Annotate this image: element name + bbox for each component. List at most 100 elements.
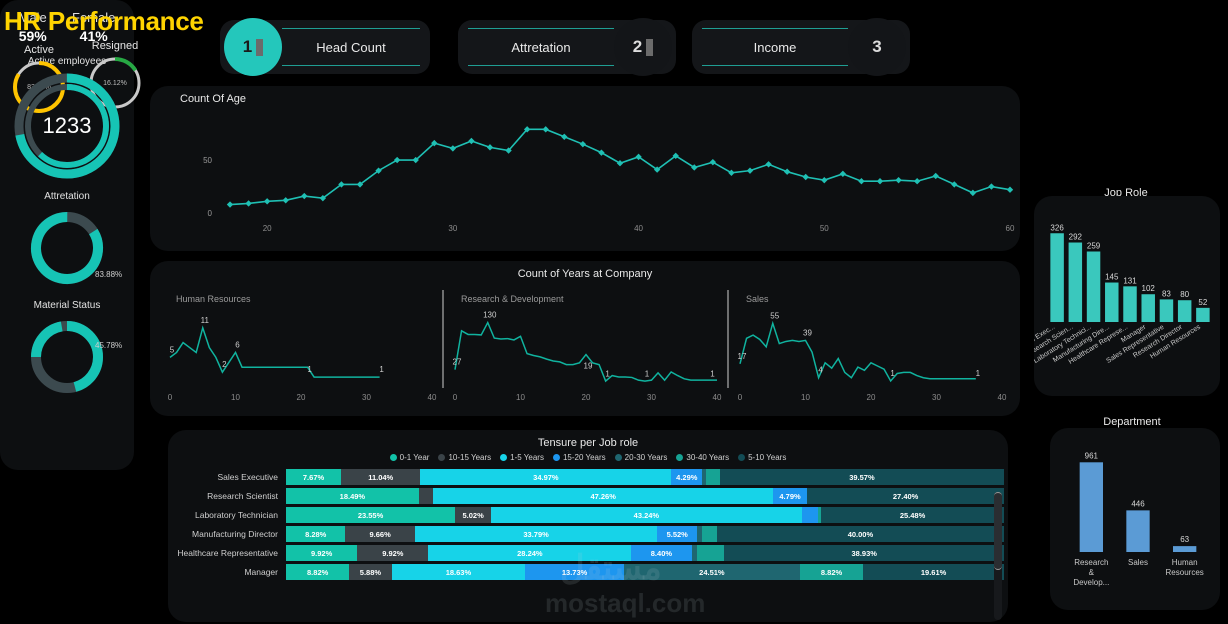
tenure-segment[interactable] — [697, 545, 725, 561]
tab-head-count[interactable]: 1 Head Count — [220, 18, 430, 76]
tenure-segment[interactable]: 13.73% — [525, 564, 624, 580]
svg-text:102: 102 — [1142, 284, 1156, 293]
tenure-segment[interactable]: 9.92% — [357, 545, 429, 561]
tenure-segment[interactable]: 4.79% — [772, 488, 808, 504]
page-title: HR Performance — [4, 6, 204, 36]
tenure-segment[interactable]: 7.67% — [286, 469, 342, 485]
tenure-segment[interactable]: 18.63% — [391, 564, 526, 580]
tenure-segment[interactable]: 5.02% — [455, 507, 492, 523]
tab-income-digit: 3 — [872, 37, 882, 56]
left-summary-panel: Male 59% Female 41% Active employees 123… — [0, 0, 134, 470]
tab-attretation-number: 2 — [614, 18, 672, 76]
tenure-segment[interactable]: 24.51% — [623, 564, 800, 580]
tenure-segment[interactable]: 27.40% — [807, 488, 1004, 504]
tenure-legend: 0-1 Year 10-15 Years 1-5 Years 15-20 Years 2… — [168, 453, 1008, 462]
svg-text:1: 1 — [645, 370, 650, 379]
tenure-segment[interactable]: 9.92% — [286, 545, 358, 561]
count-of-age-card: Count Of Age 0 50 20 30 40 50 60 — [150, 86, 1020, 251]
tab-attretation[interactable]: Attretation 2 — [458, 18, 676, 76]
legend-item[interactable]: 15-20 Years — [552, 453, 606, 462]
legend-label: 15-20 Years — [562, 453, 606, 462]
tenure-segment[interactable]: 8.40% — [631, 545, 692, 561]
tab-income[interactable]: Income 3 — [692, 18, 910, 76]
tenure-segment[interactable]: 8.28% — [286, 526, 346, 542]
active-employees-donut: 1233 — [12, 71, 122, 181]
department-title-text: Department — [1103, 416, 1161, 428]
tab-income-number: 3 — [848, 18, 906, 76]
tenure-row[interactable]: Sales Executive 7.67% 11.04% 34.97% 4.29% 39.… — [168, 468, 1004, 486]
tenure-segment[interactable]: 11.04% — [341, 469, 421, 485]
legend-item[interactable]: 10-15 Years — [438, 453, 491, 462]
tenure-card: Tensure per Job role 0-1 Year 10-15 Years… — [168, 430, 1008, 622]
tenure-row-label: Laboratory Technician — [194, 510, 278, 520]
tenure-segment[interactable]: 9.66% — [345, 526, 415, 542]
legend-item[interactable]: 0-1 Year — [389, 453, 429, 462]
tenure-segment[interactable]: 33.79% — [414, 526, 658, 542]
tenure-segment[interactable]: 4.29% — [671, 469, 703, 485]
svg-text:63: 63 — [1180, 535, 1189, 544]
tenure-segment[interactable]: 38.93% — [724, 545, 1004, 561]
tenure-segment[interactable] — [706, 469, 720, 485]
svg-text:130: 130 — [483, 311, 497, 320]
tenure-segment[interactable]: 8.82% — [286, 564, 350, 580]
legend-item[interactable]: 30-40 Years — [676, 453, 729, 462]
svg-text:17: 17 — [738, 352, 747, 361]
svg-text:1: 1 — [379, 365, 384, 374]
tenure-segment[interactable] — [418, 488, 434, 504]
material-pct-45: 45.78% — [95, 341, 123, 350]
years-at-company-title: Count of Years at Company — [517, 268, 653, 280]
legend-item[interactable]: 5-10 Years — [738, 453, 786, 462]
tab-attretation-label: Attretation — [468, 28, 614, 66]
svg-text:Human: Human — [1172, 558, 1198, 567]
tenure-segment[interactable]: 43.24% — [491, 507, 802, 523]
tab-head-count-digit: 1 — [242, 37, 253, 56]
svg-text:30: 30 — [362, 393, 371, 402]
legend-item[interactable]: 20-30 Years — [614, 453, 667, 462]
count-of-age-title: Count Of Age — [180, 93, 247, 105]
tenure-segment[interactable] — [801, 507, 819, 523]
tenure-row[interactable]: Manufacturing Director 8.28% 9.66% 33.79% 5.… — [168, 525, 1004, 543]
tenure-scrollbar[interactable] — [994, 492, 1002, 620]
tenure-row[interactable]: Research Scientist 18.49% 47.26% 4.79% 27.40… — [168, 487, 1004, 505]
tenure-row-label: Research Scientist — [207, 491, 278, 501]
svg-text:Sales: Sales — [1128, 558, 1148, 567]
tenure-segment[interactable]: 47.26% — [433, 488, 773, 504]
tenure-scrollbar-thumb[interactable] — [994, 492, 1002, 570]
legend-item[interactable]: 1-5 Years — [500, 453, 544, 462]
legend-dot-icon — [389, 454, 397, 461]
tenure-segment[interactable]: 18.49% — [286, 488, 419, 504]
legend-dot-icon — [738, 454, 746, 461]
svg-text:6: 6 — [235, 340, 240, 349]
tenure-segment[interactable]: 28.24% — [428, 545, 632, 561]
legend-dot-icon — [676, 454, 684, 461]
tenure-segment[interactable]: 23.55% — [286, 507, 456, 523]
dashboard-root: HR Performance Active 83.88% Resigned 16… — [0, 0, 1228, 624]
tenure-segment[interactable]: 19.61% — [863, 564, 1004, 580]
tenure-segment[interactable]: 5.52% — [657, 526, 698, 542]
tenure-segment[interactable]: 39.57% — [719, 469, 1004, 485]
tenure-segment[interactable]: 25.48% — [821, 507, 1005, 523]
svg-text:1: 1 — [890, 369, 895, 378]
tenure-stacked-bar: 7.67% 11.04% 34.97% 4.29% 39.57% — [286, 469, 1004, 485]
svg-text:83: 83 — [1162, 289, 1171, 298]
svg-text:961: 961 — [1085, 451, 1099, 460]
svg-text:4: 4 — [818, 366, 823, 375]
tenure-segment[interactable] — [701, 526, 717, 542]
tenure-row[interactable]: Manager 8.82% 5.88% 18.63% 13.73% 24.51% 8.82%… — [168, 563, 1004, 581]
legend-label: 1-5 Years — [510, 453, 544, 462]
tenure-segment[interactable]: 8.82% — [799, 564, 864, 580]
tenure-row[interactable]: Laboratory Technician 23.55% 5.02% 43.24% 25… — [168, 506, 1005, 524]
tenure-segment[interactable]: 5.88% — [349, 564, 392, 580]
svg-text:Develop...: Develop... — [1073, 578, 1109, 587]
tenure-segment[interactable]: 40.00% — [716, 526, 1004, 542]
legend-dot-icon — [500, 454, 508, 461]
legend-dot-icon — [552, 454, 560, 461]
tenure-segment[interactable]: 34.97% — [420, 469, 672, 485]
tenure-row[interactable]: Healthcare Representative 9.92% 9.92% 28.24… — [168, 544, 1004, 562]
svg-text:10: 10 — [801, 393, 810, 402]
tenure-row-label: Healthcare Representative — [177, 548, 278, 558]
tab-head-count-number: 1 — [224, 18, 282, 76]
svg-text:0: 0 — [738, 393, 743, 402]
svg-text:40: 40 — [998, 393, 1007, 402]
attretation-title: Attretation — [44, 191, 90, 202]
